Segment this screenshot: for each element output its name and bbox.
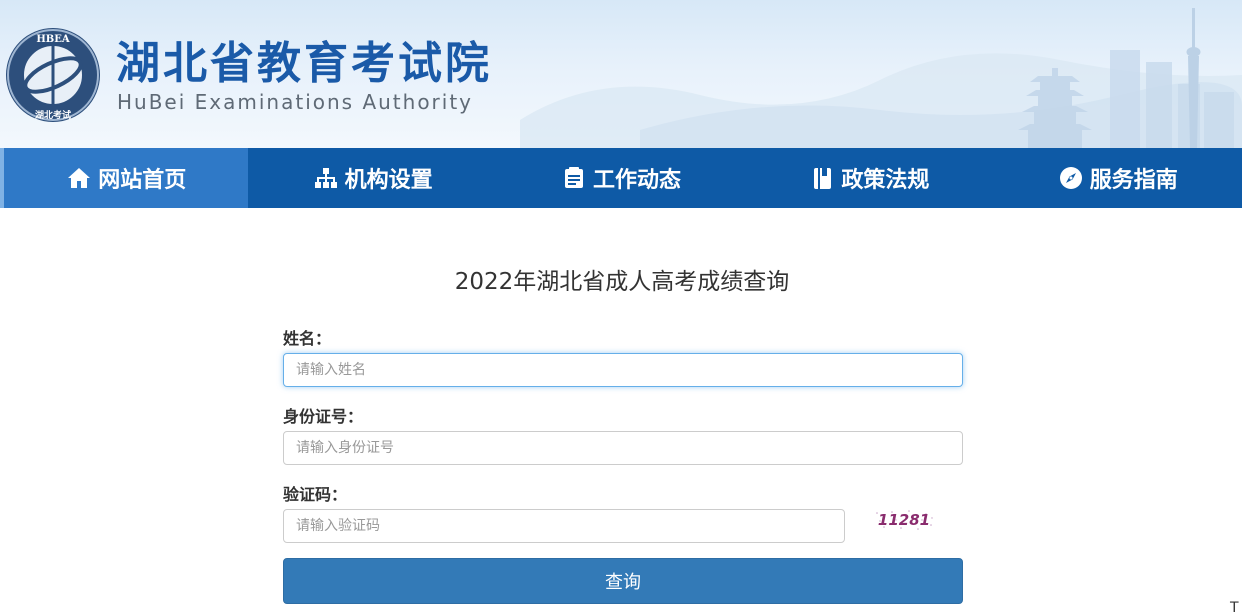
id-number-label: 身份证号： [283,407,364,426]
book-icon [809,165,835,191]
hbea-logo: HBEA 湖北考试 [6,28,100,122]
name-input[interactable] [283,353,963,387]
nav-item-label: 工作动态 [592,168,681,193]
nav-item-organization[interactable]: 机构设置 [248,148,496,208]
nav-item-label: 政策法规 [841,168,930,193]
header-banner: HBEA 湖北考试 湖北省教育考试院 HuBei Examinations Au… [0,0,1242,148]
org-chart-icon [313,165,339,191]
nav-item-news[interactable]: 工作动态 [497,148,745,208]
captcha-label: 验证码： [283,485,348,504]
edge-text-fragment: T [1230,600,1239,616]
compass-icon [1058,165,1084,191]
nav-item-service-guide[interactable]: 服务指南 [994,148,1242,208]
id-number-input[interactable] [283,431,963,465]
home-icon [66,165,92,191]
captcha-text: 11281 [878,511,930,529]
news-icon [561,165,587,191]
captcha-input[interactable] [283,509,845,543]
page-heading: 2022年湖北省成人高考成绩查询 [454,269,790,295]
nav-item-label: 网站首页 [98,168,187,193]
site-subtitle: HuBei Examinations Authority [117,90,474,114]
nav-item-home[interactable]: 网站首页 [0,148,249,208]
nav-item-policy[interactable]: 政策法规 [745,148,993,208]
site-title: 湖北省教育考试院 [116,38,492,89]
nav-item-label: 服务指南 [1089,168,1178,193]
nav-item-label: 机构设置 [344,168,433,193]
main-navbar: 网站首页 机构设置 工作动态 政策法规 服务指南 [0,148,1242,208]
name-label: 姓名： [283,329,332,348]
logo-ring-text: HBEA [36,34,70,45]
logo-inner-text: 湖北考试 [35,109,71,121]
captcha-image[interactable]: 11281 [874,509,934,531]
query-button[interactable]: 查询 [283,558,963,604]
